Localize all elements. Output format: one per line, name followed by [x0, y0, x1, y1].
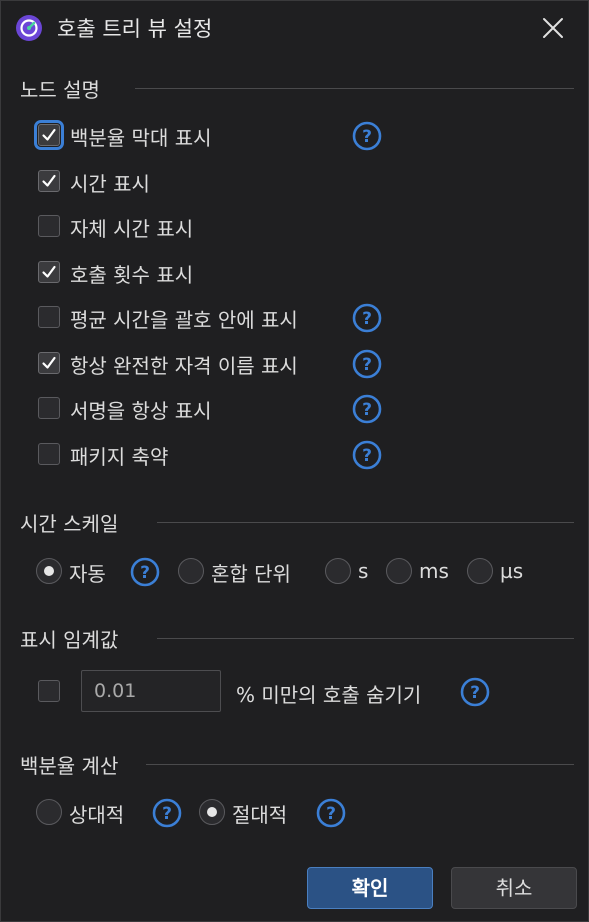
node-option-row[interactable]: 항상 완전한 자격 이름 표시 [38, 350, 398, 380]
radio-time-s[interactable] [325, 558, 351, 584]
help-icon[interactable]: ? [352, 303, 382, 333]
node-option-row[interactable]: 평균 시간을 괄호 안에 표시 [38, 304, 398, 334]
help-icon[interactable]: ? [352, 440, 382, 470]
checkbox-label: 서명을 항상 표시 [70, 399, 212, 423]
svg-text:?: ? [362, 309, 372, 329]
threshold-suffix-label: % 미만의 호출 숨기기 [236, 683, 422, 707]
help-icon[interactable]: ? [130, 557, 160, 587]
checkbox-label: 패키지 축약 [70, 445, 169, 469]
svg-text:?: ? [162, 804, 172, 824]
checkmark-icon [42, 356, 56, 369]
radio-time-us[interactable] [467, 558, 493, 584]
divider [135, 88, 574, 89]
help-icon[interactable]: ? [152, 798, 182, 828]
checkbox-label: 백분율 막대 표시 [70, 126, 212, 150]
radio-time-ms-label: ms [419, 559, 449, 583]
radio-percent-relative[interactable] [36, 799, 62, 825]
title-bar: 호출 트리 뷰 설정 [1, 1, 588, 53]
radio-percent-relative-label: 상대적 [69, 803, 125, 827]
radio-time-auto[interactable] [36, 558, 62, 584]
help-icon[interactable]: ? [352, 349, 382, 379]
checkbox[interactable] [38, 215, 60, 237]
svg-text:?: ? [362, 400, 372, 420]
threshold-input[interactable] [81, 670, 221, 712]
checkbox[interactable] [38, 443, 60, 465]
node-option-row[interactable]: 호출 횟수 표시 [38, 259, 398, 289]
checkmark-icon [42, 265, 56, 278]
help-icon[interactable]: ? [352, 121, 382, 151]
divider [157, 522, 574, 523]
close-icon[interactable] [537, 12, 569, 44]
section-time-scale: 시간 스케일 [20, 512, 119, 536]
node-option-row[interactable]: 패키지 축약 [38, 441, 398, 471]
settings-dialog: 호출 트리 뷰 설정 노드 설명 백분율 막대 표시? 시간 표시자체 시간 표시… [0, 0, 589, 922]
checkbox[interactable] [38, 261, 60, 283]
svg-text:?: ? [326, 804, 336, 824]
svg-text:?: ? [362, 446, 372, 466]
checkbox[interactable] [38, 170, 60, 192]
checkbox-label: 항상 완전한 자격 이름 표시 [70, 354, 298, 378]
checkbox-label: 호출 횟수 표시 [70, 263, 194, 287]
svg-text:?: ? [362, 355, 372, 375]
checkbox[interactable] [34, 120, 64, 150]
checkbox-label: 시간 표시 [70, 172, 150, 196]
radio-time-us-label: µs [500, 559, 524, 583]
node-option-row[interactable]: 자체 시간 표시 [38, 213, 398, 243]
divider [157, 638, 574, 639]
dialog-title: 호출 트리 뷰 설정 [57, 17, 213, 41]
help-icon[interactable]: ? [352, 394, 382, 424]
radio-time-mixed-label: 혼합 단위 [211, 562, 291, 586]
help-icon[interactable]: ? [316, 798, 346, 828]
node-option-row[interactable]: 시간 표시 [38, 168, 398, 198]
radio-time-mixed[interactable] [178, 558, 204, 584]
radio-time-auto-label: 자동 [69, 562, 106, 586]
threshold-checkbox[interactable] [38, 680, 60, 702]
section-percent-calc: 백분율 계산 [20, 754, 119, 778]
node-option-row[interactable]: 서명을 항상 표시 [38, 395, 398, 425]
checkbox[interactable] [38, 352, 60, 374]
radio-time-ms[interactable] [386, 558, 412, 584]
section-node-description: 노드 설명 [20, 78, 100, 102]
svg-text:?: ? [362, 127, 372, 147]
checkbox[interactable] [38, 306, 60, 328]
help-icon[interactable]: ? [460, 677, 490, 707]
divider [146, 764, 574, 765]
svg-text:?: ? [140, 563, 150, 583]
checkbox-label: 평균 시간을 괄호 안에 표시 [70, 308, 298, 332]
checkmark-icon [42, 128, 56, 141]
checkmark-icon [42, 174, 56, 187]
ok-button[interactable]: 확인 [307, 867, 433, 909]
svg-text:?: ? [470, 683, 480, 703]
radio-percent-absolute-label: 절대적 [232, 803, 288, 827]
node-option-row[interactable]: 백분율 막대 표시 [34, 120, 398, 152]
checkbox-label: 자체 시간 표시 [70, 217, 194, 241]
cancel-button[interactable]: 취소 [451, 867, 577, 909]
checkbox[interactable] [38, 397, 60, 419]
radio-time-s-label: s [358, 559, 369, 583]
app-logo-icon [16, 15, 42, 41]
radio-percent-absolute[interactable] [199, 799, 225, 825]
section-display-threshold: 표시 임계값 [20, 628, 119, 652]
